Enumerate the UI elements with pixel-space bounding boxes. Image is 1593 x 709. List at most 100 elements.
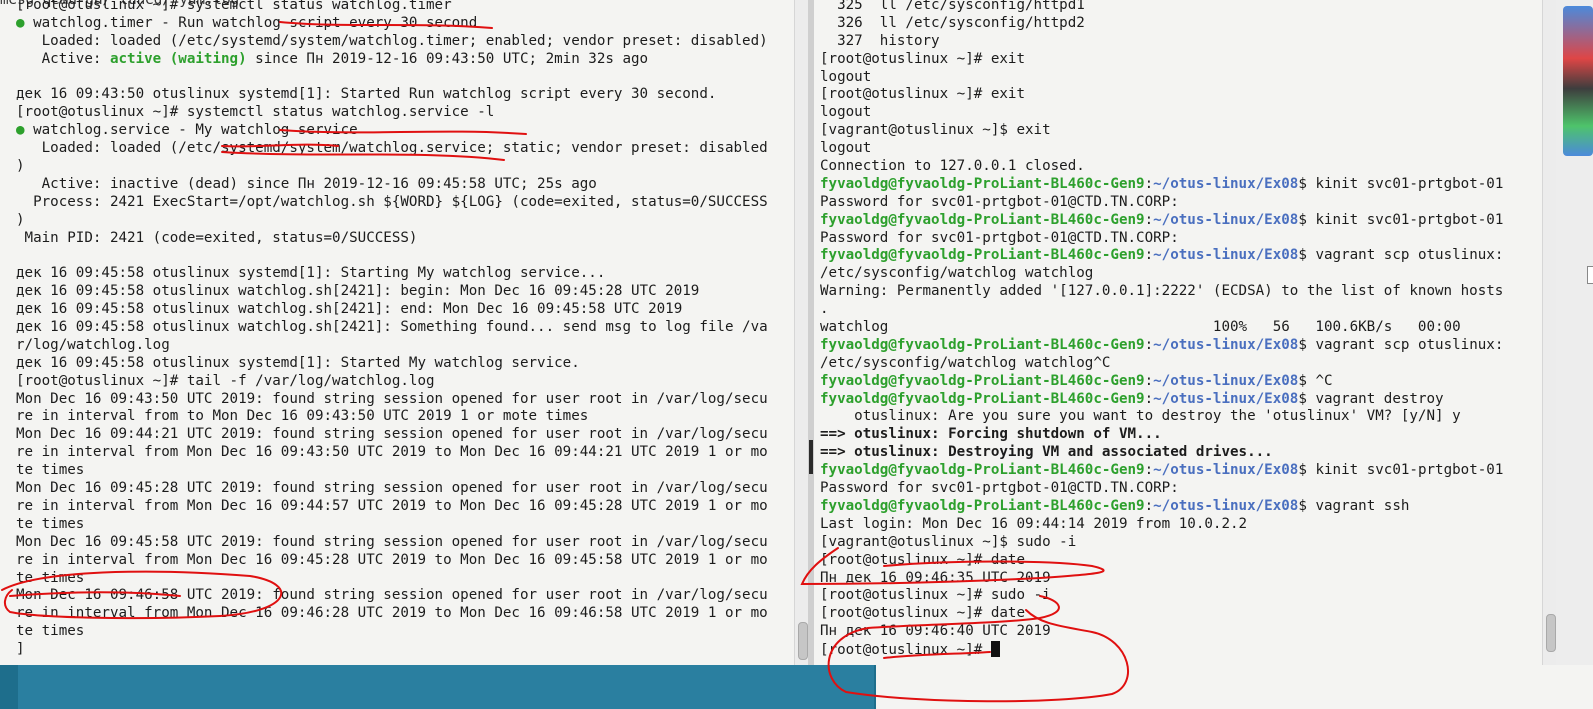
left-terminal-line: Mon Dec 16 09:45:58 UTC 2019: found stri… xyxy=(16,533,768,550)
prompt-path: ~/otus-linux/Ex08 xyxy=(1153,372,1299,389)
left-terminal-line: Mon Dec 16 09:46:58 UTC 2019: found stri… xyxy=(16,587,768,604)
right-terminal-line: ==> otuslinux: Forcing shutdown of VM... xyxy=(820,426,1162,443)
right-terminal-line: 327 history xyxy=(820,32,940,49)
left-terminal-line: Loaded: loaded (/etc/systemd/system/watc… xyxy=(16,140,768,157)
right-terminal-line: . xyxy=(820,301,829,318)
left-terminal-line: te times xyxy=(16,623,85,640)
left-terminal-line: ) xyxy=(16,211,25,228)
left-terminal-window[interactable]: mesg qemu-ga/ tuned/ yum.log [root@otusl… xyxy=(0,0,808,665)
right-terminal-line: otuslinux: Are you sure you want to dest… xyxy=(820,408,1461,425)
left-terminal-line: re in interval from to Mon Dec 16 09:43:… xyxy=(16,408,589,425)
right-scrollbar-thumb[interactable] xyxy=(1546,614,1556,652)
left-terminal-line: [root@otuslinux ~]# tail -f /var/log/wat… xyxy=(16,372,435,389)
left-terminal-line: Active: active (waiting) since Пн 2019-1… xyxy=(16,50,649,67)
left-terminal-line: дек 16 09:45:58 otuslinux systemd[1]: St… xyxy=(16,265,606,282)
mascot-sticker-icon xyxy=(1563,6,1593,156)
desktop-panel xyxy=(18,665,874,709)
right-terminal-line: logout xyxy=(820,104,872,121)
left-terminal-scrollbar[interactable] xyxy=(794,0,809,665)
left-terminal-line: ● watchlog.timer - Run watchlog script e… xyxy=(16,14,478,31)
right-terminal-line: logout xyxy=(820,140,872,157)
left-terminal-line: Main PID: 2421 (code=exited, status=0/SU… xyxy=(16,229,418,246)
right-terminal-scrollbar[interactable] xyxy=(1542,0,1557,665)
right-terminal-output: 325 ll /etc/sysconfig/httpd1 326 ll /etc… xyxy=(820,0,1503,659)
prompt-user-host: fyvaoldg@fyvaoldg-ProLiant-BL460c-Gen9 xyxy=(820,211,1145,228)
prompt-path: ~/otus-linux/Ex08 xyxy=(1153,462,1299,479)
left-terminal-line: Mon Dec 16 09:44:21 UTC 2019: found stri… xyxy=(16,426,768,443)
unit-status-dot-icon: ● xyxy=(16,122,25,139)
right-terminal-line: watchlog 100% 56 100.6KB/s 00:00 xyxy=(820,319,1461,336)
right-terminal-line: Connection to 127.0.0.1 closed. xyxy=(820,158,1085,175)
pane-divider-handle[interactable] xyxy=(809,440,813,474)
left-terminal-line: дек 16 09:45:58 otuslinux watchlog.sh[24… xyxy=(16,301,683,318)
right-terminal-line: fyvaoldg@fyvaoldg-ProLiant-BL460c-Gen9:~… xyxy=(820,372,1333,389)
right-terminal-line: [vagrant@otuslinux ~]$ sudo -i xyxy=(820,533,1077,550)
right-terminal-line: [root@otuslinux ~]# xyxy=(820,641,1503,659)
left-terminal-line: Loaded: loaded (/etc/systemd/system/watc… xyxy=(16,32,768,49)
prompt-user-host: fyvaoldg@fyvaoldg-ProLiant-BL460c-Gen9 xyxy=(820,247,1145,264)
prompt-path: ~/otus-linux/Ex08 xyxy=(1153,390,1299,407)
prompt-path: ~/otus-linux/Ex08 xyxy=(1153,336,1299,353)
right-terminal-line: 326 ll /etc/sysconfig/httpd2 xyxy=(820,14,1085,31)
left-terminal-line: ] xyxy=(16,641,25,658)
right-terminal-line: [root@otuslinux ~]# exit xyxy=(820,50,1025,67)
right-terminal-line: Пн дек 16 09:46:40 UTC 2019 xyxy=(820,623,1051,640)
right-terminal-line: [root@otuslinux ~]# date xyxy=(820,605,1025,622)
right-terminal-line: fyvaoldg@fyvaoldg-ProLiant-BL460c-Gen9:~… xyxy=(820,390,1444,407)
left-terminal-line: [root@otuslinux ~]# systemctl status wat… xyxy=(16,0,452,13)
left-terminal-line: Process: 2421 ExecStart=/opt/watchlog.sh… xyxy=(16,193,768,210)
left-terminal-line: дек 16 09:45:58 otuslinux watchlog.sh[24… xyxy=(16,283,700,300)
prompt-path: ~/otus-linux/Ex08 xyxy=(1153,247,1299,264)
left-terminal-line: re in interval from Mon Dec 16 09:43:50 … xyxy=(16,444,768,461)
left-terminal-line: [root@otuslinux ~]# systemctl status wat… xyxy=(16,104,495,121)
left-terminal-line: r/log/watchlog.log xyxy=(16,336,170,353)
right-terminal-line: Пн дек 16 09:46:35 UTC 2019 xyxy=(820,569,1051,586)
right-terminal-line: [vagrant@otuslinux ~]$ exit xyxy=(820,122,1051,139)
left-terminal-line: te times xyxy=(16,569,85,586)
right-terminal-line: Password for svc01-prtgbot-01@CTD.TN.COR… xyxy=(820,480,1179,497)
left-terminal-line: дек 16 09:43:50 otuslinux systemd[1]: St… xyxy=(16,86,717,103)
unit-status-dot-icon: ● xyxy=(16,14,25,31)
window-edge-stub xyxy=(1587,266,1593,284)
left-terminal-line: ● watchlog.service - My watchlog service xyxy=(16,122,358,139)
left-terminal-line: Active: inactive (dead) since Пн 2019-12… xyxy=(16,175,597,192)
left-scrollbar-thumb[interactable] xyxy=(798,622,808,660)
right-terminal-window[interactable]: 325 ll /etc/sysconfig/httpd1 326 ll /etc… xyxy=(814,0,1556,665)
right-terminal-line: [root@otuslinux ~]# sudo -i xyxy=(820,587,1051,604)
right-terminal-line: Last login: Mon Dec 16 09:44:14 2019 fro… xyxy=(820,515,1248,532)
left-terminal-output: [root@otuslinux ~]# systemctl status wat… xyxy=(16,0,768,659)
left-terminal-line: ) xyxy=(16,158,25,175)
right-terminal-line: fyvaoldg@fyvaoldg-ProLiant-BL460c-Gen9:~… xyxy=(820,462,1504,479)
prompt-path: ~/otus-linux/Ex08 xyxy=(1153,211,1299,228)
left-terminal-line: дек 16 09:45:58 otuslinux watchlog.sh[24… xyxy=(16,319,768,336)
prompt-user-host: fyvaoldg@fyvaoldg-ProLiant-BL460c-Gen9 xyxy=(820,497,1145,514)
prompt-user-host: fyvaoldg@fyvaoldg-ProLiant-BL460c-Gen9 xyxy=(820,372,1145,389)
right-terminal-line: ==> otuslinux: Destroying VM and associa… xyxy=(820,444,1273,461)
prompt-user-host: fyvaoldg@fyvaoldg-ProLiant-BL460c-Gen9 xyxy=(820,390,1145,407)
left-terminal-line: re in interval from Mon Dec 16 09:44:57 … xyxy=(16,497,768,514)
cursor-block-icon xyxy=(990,641,1000,658)
right-terminal-line: [root@otuslinux ~]# exit xyxy=(820,86,1025,103)
prompt-path: ~/otus-linux/Ex08 xyxy=(1153,175,1299,192)
active-status-text: active (waiting) xyxy=(109,50,247,67)
right-terminal-line: Password for svc01-prtgbot-01@CTD.TN.COR… xyxy=(820,193,1179,210)
right-terminal-line: Password for svc01-prtgbot-01@CTD.TN.COR… xyxy=(820,229,1179,246)
left-terminal-line: Mon Dec 16 09:45:28 UTC 2019: found stri… xyxy=(16,480,768,497)
left-terminal-line: re in interval from Mon Dec 16 09:45:28 … xyxy=(16,551,768,568)
left-terminal-line xyxy=(16,69,768,87)
left-terminal-line: te times xyxy=(16,515,85,532)
right-terminal-line: /etc/sysconfig/watchlog watchlog^C xyxy=(820,354,1111,371)
prompt-path: ~/otus-linux/Ex08 xyxy=(1153,497,1299,514)
left-terminal-line: te times xyxy=(16,462,85,479)
right-terminal-line: Warning: Permanently added '[127.0.0.1]:… xyxy=(820,283,1504,300)
prompt-user-host: fyvaoldg@fyvaoldg-ProLiant-BL460c-Gen9 xyxy=(820,336,1145,353)
left-terminal-line: дек 16 09:45:58 otuslinux systemd[1]: St… xyxy=(16,354,580,371)
right-terminal-line: fyvaoldg@fyvaoldg-ProLiant-BL460c-Gen9:~… xyxy=(820,336,1504,353)
prompt-user-host: fyvaoldg@fyvaoldg-ProLiant-BL460c-Gen9 xyxy=(820,175,1145,192)
left-terminal-line: Mon Dec 16 09:43:50 UTC 2019: found stri… xyxy=(16,390,768,407)
left-terminal-line: re in interval from Mon Dec 16 09:46:28 … xyxy=(16,605,768,622)
left-terminal-line xyxy=(16,247,768,265)
right-terminal-line: fyvaoldg@fyvaoldg-ProLiant-BL460c-Gen9:~… xyxy=(820,211,1504,228)
right-terminal-line: logout xyxy=(820,68,872,85)
desktop-bottom-area xyxy=(0,665,1593,709)
